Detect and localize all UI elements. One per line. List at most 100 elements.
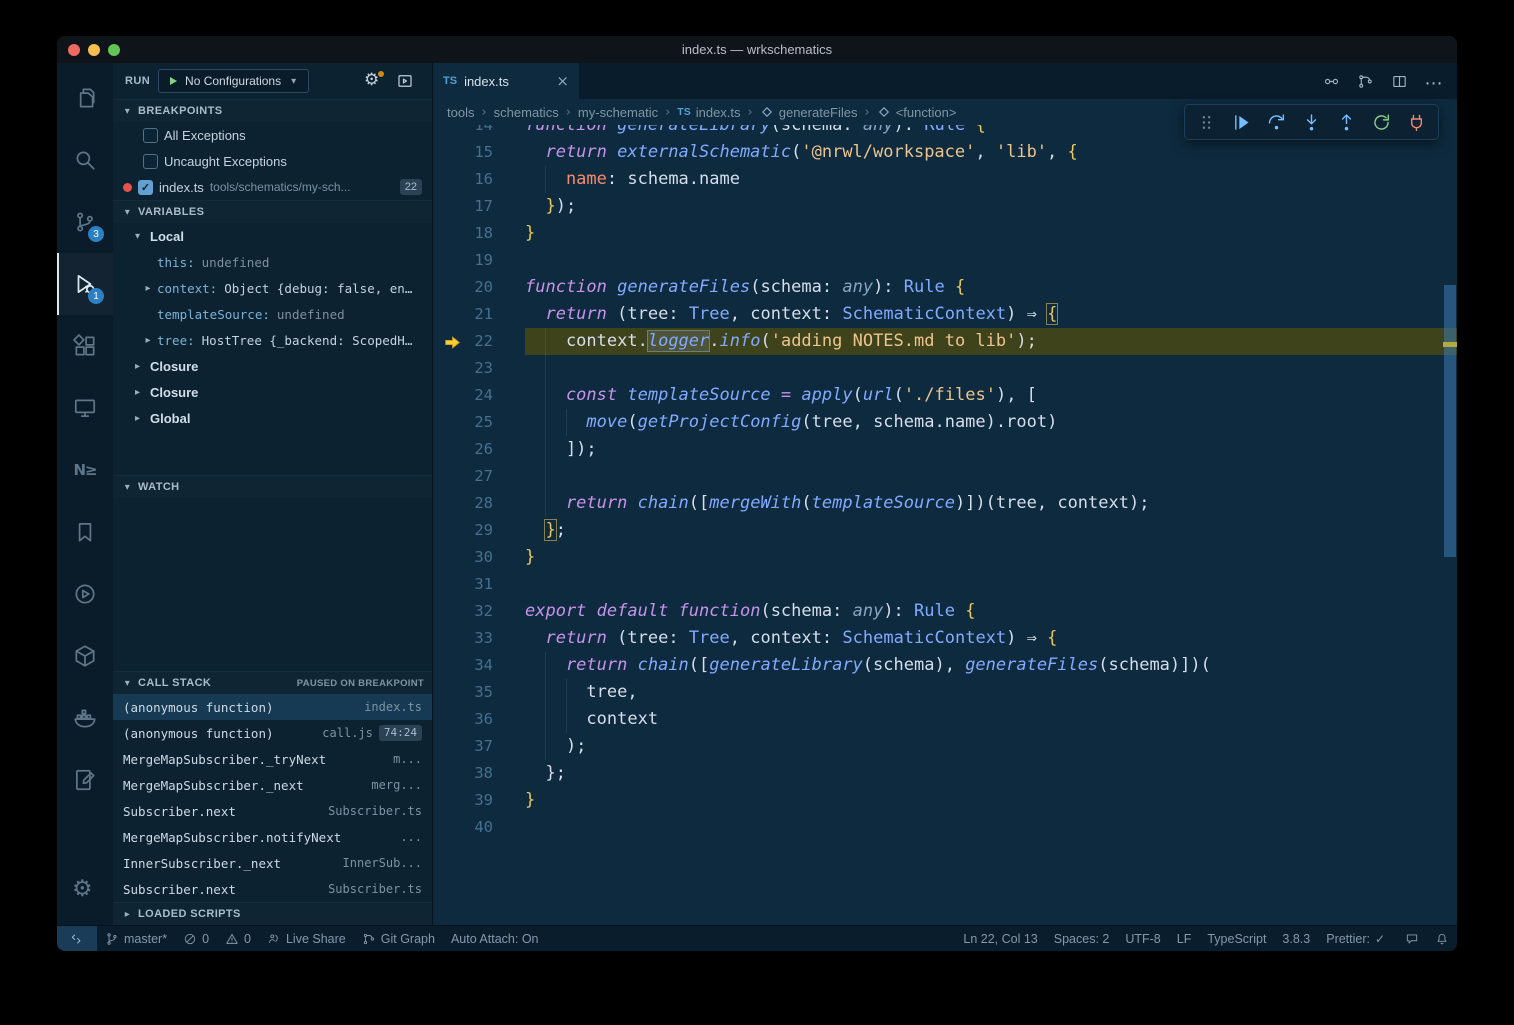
- code-line[interactable]: 39}: [433, 787, 1457, 814]
- more-actions-button[interactable]: ⋯: [1419, 67, 1447, 95]
- gutter[interactable]: 26: [433, 436, 525, 463]
- status-remote-indicator[interactable]: [57, 926, 97, 951]
- gutter[interactable]: 34: [433, 652, 525, 679]
- breadcrumb-item[interactable]: TSindex.ts: [677, 105, 740, 120]
- status-live-share[interactable]: Live Share: [259, 926, 354, 951]
- gutter[interactable]: 30: [433, 544, 525, 571]
- code-line[interactable]: 26]);: [433, 436, 1457, 463]
- variables-scope-row[interactable]: ▸Closure: [113, 379, 432, 405]
- status-encoding[interactable]: UTF-8: [1117, 926, 1168, 951]
- status-auto-attach[interactable]: Auto Attach: On: [443, 926, 547, 951]
- status-git-branch[interactable]: master*: [97, 926, 175, 951]
- code-line[interactable]: 33return (tree: Tree, context: Schematic…: [433, 625, 1457, 652]
- close-tab-icon[interactable]: ×: [556, 72, 569, 90]
- breakpoint-exception-row[interactable]: Uncaught Exceptions: [113, 148, 432, 174]
- gutter[interactable]: 33: [433, 625, 525, 652]
- gutter[interactable]: 40: [433, 814, 525, 841]
- gutter[interactable]: 21: [433, 301, 525, 328]
- code-line[interactable]: 36context: [433, 706, 1457, 733]
- debug-continue-button[interactable]: [1225, 107, 1258, 137]
- call-stack-frame[interactable]: Subscriber.nextSubscriber.ts: [113, 876, 432, 902]
- breadcrumb-item[interactable]: <function>: [877, 105, 957, 120]
- gutter[interactable]: 15: [433, 139, 525, 166]
- gutter[interactable]: 17: [433, 193, 525, 220]
- checkbox[interactable]: [143, 128, 158, 143]
- activity-bookmarks[interactable]: [57, 501, 113, 563]
- code-line[interactable]: 28return chain([mergeWith(templateSource…: [433, 490, 1457, 517]
- configure-launch-button[interactable]: ⚙: [362, 70, 384, 92]
- breadcrumb-item[interactable]: schematics: [494, 105, 559, 120]
- scrollbar-thumb[interactable]: [1444, 285, 1456, 557]
- activity-search[interactable]: [57, 129, 113, 191]
- debug-console-button[interactable]: [394, 70, 416, 92]
- status-notifications[interactable]: [1427, 926, 1457, 951]
- watch-header[interactable]: ▾ WATCH: [113, 475, 432, 498]
- activity-package-explorer[interactable]: [57, 625, 113, 687]
- call-stack-frame[interactable]: Subscriber.nextSubscriber.ts: [113, 798, 432, 824]
- variable-row[interactable]: ▸tree:HostTree {_backend: ScopedH…: [113, 327, 432, 353]
- launch-configuration-dropdown[interactable]: No Configurations ▾: [158, 69, 309, 93]
- debug-drag-handle-button[interactable]: [1190, 107, 1223, 137]
- code-line[interactable]: 21return (tree: Tree, context: Schematic…: [433, 301, 1457, 328]
- activity-project-notes[interactable]: [57, 749, 113, 811]
- editor-scrollbar[interactable]: [1443, 125, 1457, 925]
- gutter[interactable]: 19: [433, 247, 525, 274]
- code-line[interactable]: 17});: [433, 193, 1457, 220]
- gutter[interactable]: 29: [433, 517, 525, 544]
- code-line[interactable]: 24const templateSource = apply(url('./fi…: [433, 382, 1457, 409]
- maximize-window-button[interactable]: [108, 44, 120, 56]
- activity-explorer[interactable]: [57, 67, 113, 129]
- gutter[interactable]: 32: [433, 598, 525, 625]
- variable-row[interactable]: ▸context:Object {debug: false, en…: [113, 275, 432, 301]
- code-line[interactable]: 35tree,: [433, 679, 1457, 706]
- breadcrumb-item[interactable]: tools: [447, 105, 474, 120]
- gutter[interactable]: 18: [433, 220, 525, 247]
- gutter[interactable]: 25: [433, 409, 525, 436]
- code-line[interactable]: 30}: [433, 544, 1457, 571]
- split-editor-button[interactable]: [1385, 67, 1413, 95]
- gutter[interactable]: 27: [433, 463, 525, 490]
- breadcrumb-item[interactable]: my-schematic: [578, 105, 658, 120]
- activity-nx-console[interactable]: N≥: [57, 439, 113, 501]
- code-line[interactable]: 23: [433, 355, 1457, 382]
- call-stack-frame[interactable]: (anonymous function)call.js74:24: [113, 720, 432, 746]
- gutter[interactable]: 28: [433, 490, 525, 517]
- call-stack-frame[interactable]: MergeMapSubscriber._tryNextm...: [113, 746, 432, 772]
- gutter[interactable]: 35: [433, 679, 525, 706]
- variables-scope-row[interactable]: ▸Closure: [113, 353, 432, 379]
- status-feedback[interactable]: [1397, 926, 1427, 951]
- status-errors[interactable]: 0: [175, 926, 217, 951]
- code-line[interactable]: 22context.logger.info('adding NOTES.md t…: [433, 328, 1457, 355]
- debug-step-over-button[interactable]: [1260, 107, 1293, 137]
- code-line[interactable]: 32export default function(schema: any): …: [433, 598, 1457, 625]
- status-cursor-position[interactable]: Ln 22, Col 13: [955, 926, 1045, 951]
- gutter[interactable]: 24: [433, 382, 525, 409]
- code-line[interactable]: 16name: schema.name: [433, 166, 1457, 193]
- code-line[interactable]: 38};: [433, 760, 1457, 787]
- status-ts-version[interactable]: 3.8.3: [1274, 926, 1318, 951]
- activity-remote-explorer[interactable]: [57, 377, 113, 439]
- close-window-button[interactable]: [68, 44, 80, 56]
- call-stack-frame[interactable]: (anonymous function)index.ts: [113, 694, 432, 720]
- activity-run-and-debug[interactable]: 1: [57, 253, 113, 315]
- minimize-window-button[interactable]: [88, 44, 100, 56]
- activity-extensions[interactable]: [57, 315, 113, 377]
- gutter[interactable]: 14: [433, 125, 525, 139]
- open-changes-button[interactable]: [1317, 67, 1345, 95]
- code-line[interactable]: 34return chain([generateLibrary(schema),…: [433, 652, 1457, 679]
- status-indentation[interactable]: Spaces: 2: [1046, 926, 1118, 951]
- status-warnings[interactable]: 0: [217, 926, 259, 951]
- activity-source-control[interactable]: 3: [57, 191, 113, 253]
- variables-scope-row[interactable]: ▾Local: [113, 223, 432, 249]
- code-line[interactable]: 25move(getProjectConfig(tree, schema.nam…: [433, 409, 1457, 436]
- call-stack-frame[interactable]: MergeMapSubscriber._nextmerg...: [113, 772, 432, 798]
- breakpoint-exception-row[interactable]: All Exceptions: [113, 122, 432, 148]
- code-line[interactable]: 18}: [433, 220, 1457, 247]
- status-git-graph[interactable]: Git Graph: [354, 926, 443, 951]
- debug-step-out-button[interactable]: [1330, 107, 1363, 137]
- debug-disconnect-button[interactable]: [1400, 107, 1433, 137]
- code-line[interactable]: 15return externalSchematic('@nrwl/worksp…: [433, 139, 1457, 166]
- call-stack-frame[interactable]: MergeMapSubscriber.notifyNext...: [113, 824, 432, 850]
- gutter[interactable]: 38: [433, 760, 525, 787]
- activity-browser-preview[interactable]: [57, 563, 113, 625]
